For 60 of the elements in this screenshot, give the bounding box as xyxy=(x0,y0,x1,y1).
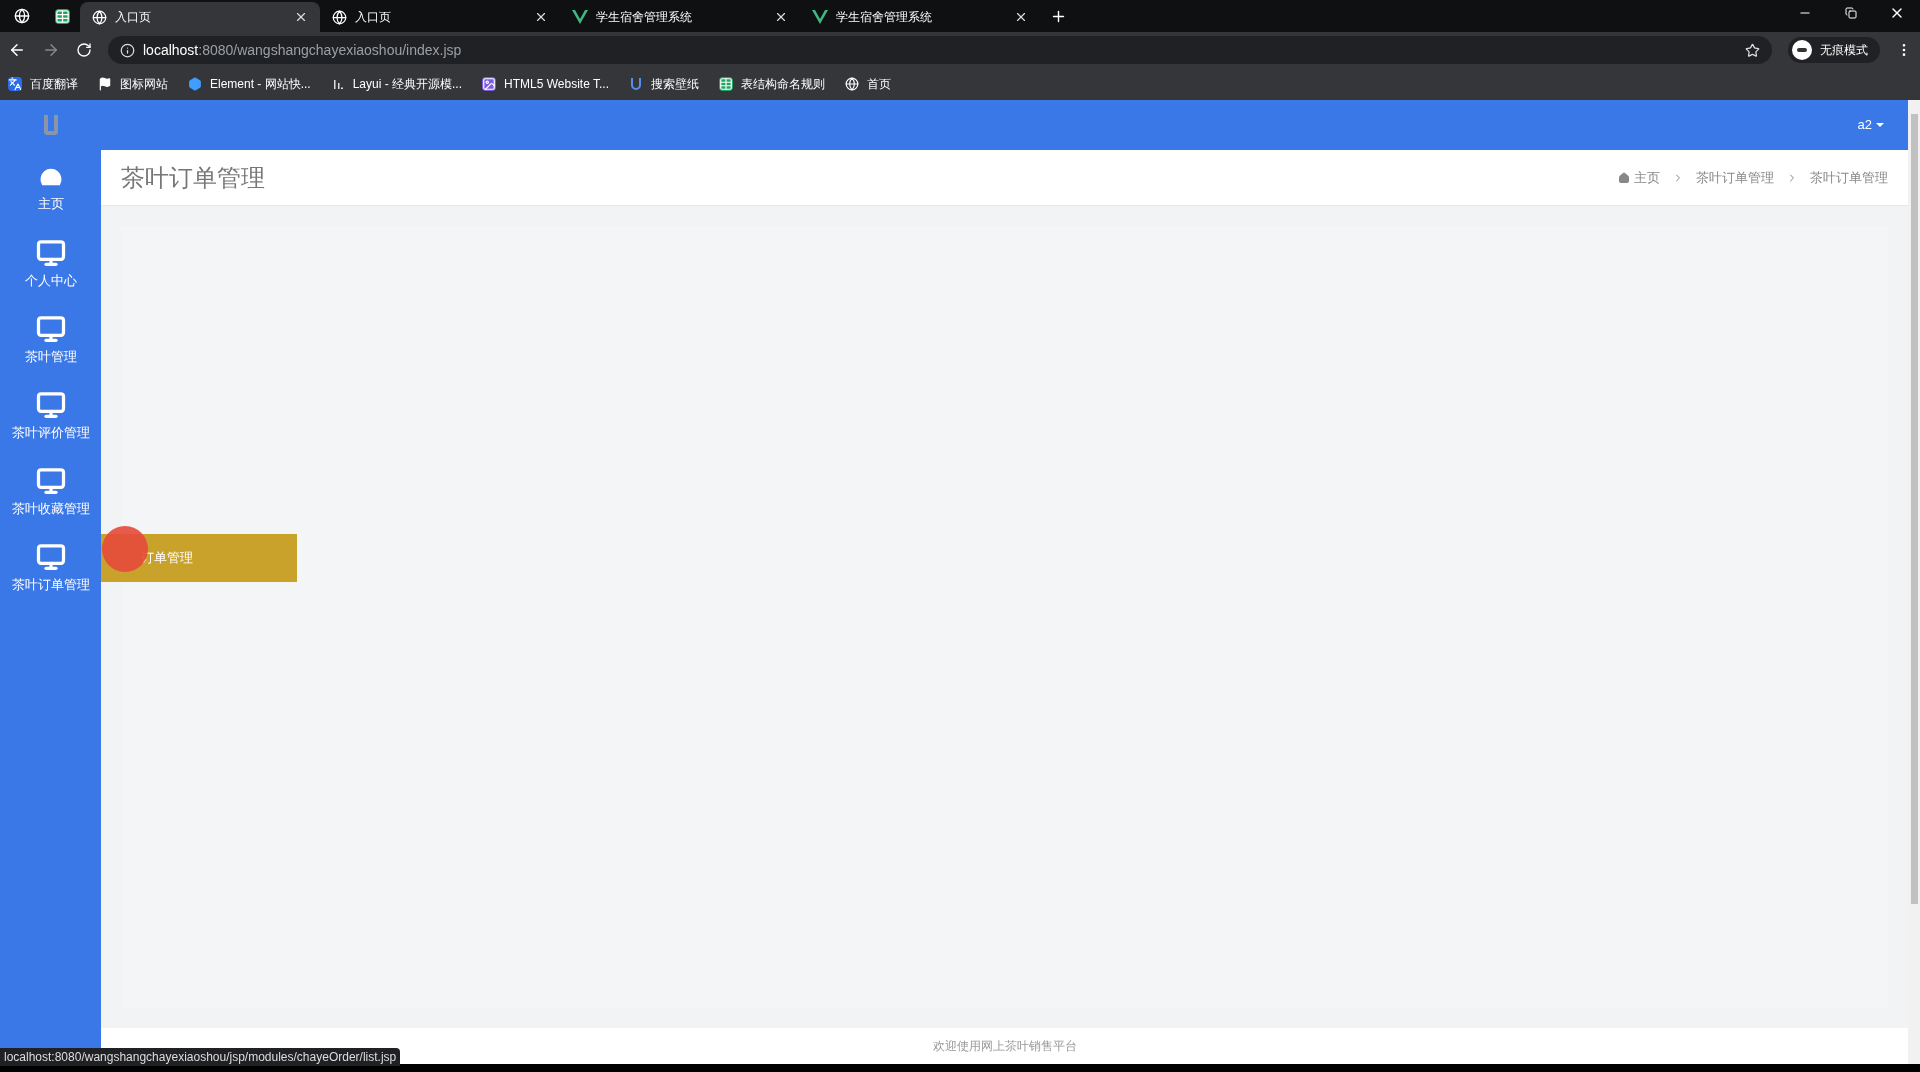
caret-icon xyxy=(1876,123,1884,127)
u-logo-icon xyxy=(629,77,643,91)
home-icon xyxy=(1618,171,1630,184)
url-text: localhost:8080/wangshangchayexiaoshou/index.jsp xyxy=(143,40,463,60)
bookmark-link[interactable]: 百度翻译 xyxy=(8,75,78,93)
hexagon-icon xyxy=(188,77,202,91)
globe-icon[interactable] xyxy=(14,8,30,24)
bookmark-link[interactable]: 图标网站 xyxy=(98,75,168,93)
user-menu[interactable]: a2 xyxy=(1857,115,1884,135)
reload-icon[interactable] xyxy=(76,42,92,58)
bookmark-star-icon[interactable] xyxy=(1745,42,1760,58)
v-logo-icon xyxy=(812,10,828,24)
close-icon[interactable] xyxy=(774,10,788,24)
sidebar-item[interactable]: 茶叶订单管理 xyxy=(0,530,101,606)
bookmark-link[interactable]: 首页 xyxy=(845,75,891,93)
monitor-icon xyxy=(35,313,66,344)
bookmark-link[interactable]: Layui - 经典开源模... xyxy=(330,75,463,93)
translate-icon xyxy=(8,77,22,91)
close-icon[interactable] xyxy=(1014,10,1028,24)
restore-icon[interactable] xyxy=(1845,7,1857,19)
incognito-icon xyxy=(1792,40,1812,60)
monitor-icon xyxy=(35,465,66,496)
flag-icon xyxy=(98,77,112,91)
v-logo-icon xyxy=(572,10,588,24)
globe-icon xyxy=(92,9,107,25)
monitor-icon xyxy=(35,389,66,420)
back-icon[interactable] xyxy=(8,41,26,59)
monitor-icon xyxy=(35,237,66,268)
globe-icon xyxy=(845,77,859,91)
page-title: 茶叶订单管理 xyxy=(121,162,265,193)
info-icon xyxy=(120,42,135,58)
browser-tab[interactable]: 学生宿舍管理系统 xyxy=(560,2,800,32)
sheet-icon[interactable] xyxy=(54,8,70,24)
sidebar-item[interactable]: 个人中心 xyxy=(0,226,101,302)
sidebar-item[interactable]: 主页 xyxy=(0,150,101,226)
breadcrumb-link[interactable]: 茶叶订单管理 xyxy=(1696,167,1774,188)
browser-tab[interactable]: 入口页 xyxy=(80,2,320,32)
bookmark-link[interactable]: HTML5 Website T... xyxy=(482,75,609,93)
monitor-icon xyxy=(35,541,66,572)
footer-text: 欢迎使用网上茶叶销售平台 xyxy=(932,1038,1077,1055)
close-icon[interactable] xyxy=(534,10,548,24)
sidebar-item[interactable]: 茶叶评价管理 xyxy=(0,378,101,454)
profile-chip[interactable]: 无痕模式 xyxy=(1788,37,1880,63)
bookmark-link[interactable]: 搜索壁纸 xyxy=(629,75,699,93)
image-icon xyxy=(482,77,497,91)
close-icon[interactable] xyxy=(294,10,308,24)
mu-logo-icon xyxy=(43,115,58,135)
browser-tab[interactable]: 入口页 xyxy=(320,2,560,32)
bookmark-link[interactable]: Element - 网站快... xyxy=(188,75,311,93)
browser-tab[interactable]: 学生宿舍管理系统 xyxy=(800,2,1040,32)
breadcrumb-link[interactable]: 茶叶订单管理 xyxy=(1810,167,1888,188)
sidebar-item[interactable]: 茶叶管理 xyxy=(0,302,101,378)
bookmark-link[interactable]: 表结构命名规则 xyxy=(719,75,825,93)
sidebar-item[interactable]: 茶叶收藏管理 xyxy=(0,454,101,530)
status-url: localhost:8080/wangshangchayexiaoshou/jsp/modules/chayeOrder/list.jsp xyxy=(0,1048,401,1066)
breadcrumb-link[interactable]: 主页 xyxy=(1634,167,1660,188)
forward-icon[interactable] xyxy=(42,41,60,59)
globe-icon xyxy=(332,9,347,25)
address-bar[interactable]: localhost:8080/wangshangchayexiaoshou/index.jsp xyxy=(108,36,1772,64)
sheet-icon xyxy=(719,77,733,91)
